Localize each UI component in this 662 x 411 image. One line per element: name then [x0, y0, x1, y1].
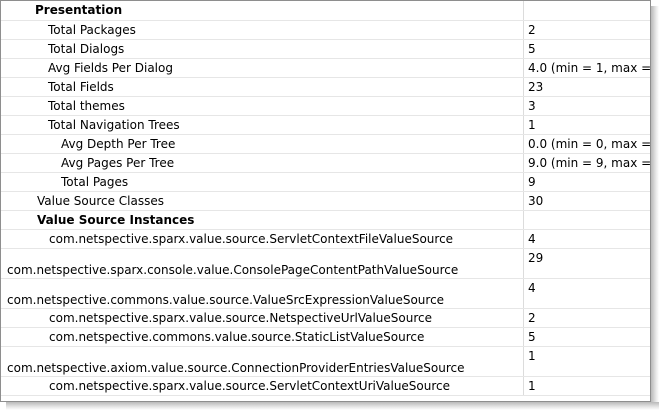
- row-label: Total Fields: [1, 77, 524, 97]
- row-value: 0.0 (min = 0, max = 0): [523, 134, 650, 154]
- row-label: Total themes: [1, 96, 524, 116]
- row-label: Total Navigation Trees: [1, 115, 524, 135]
- row-label: Avg Pages Per Tree: [1, 153, 524, 173]
- row-value: 1: [523, 376, 650, 396]
- table-row: Total themes 3: [1, 96, 650, 116]
- table-row: com.netspective.sparx.console.value.Cons…: [1, 248, 650, 279]
- table-row-value-source-classes: Value Source Classes 30: [1, 191, 650, 211]
- section-header-presentation: Presentation: [1, 1, 650, 21]
- table-row: com.netspective.sparx.value.source.Servl…: [1, 376, 650, 396]
- row-value: 1: [523, 115, 650, 135]
- row-value: 9: [523, 172, 650, 192]
- row-label: com.netspective.commons.value.source.Sta…: [1, 327, 524, 347]
- row-value: 29: [523, 248, 650, 279]
- row-value: 5: [523, 39, 650, 59]
- row-label: com.netspective.sparx.console.value.Cons…: [1, 248, 524, 279]
- panel-shadow-bottom: [6, 402, 659, 410]
- statistics-table: Presentation Total Packages 2 Total Dial…: [1, 1, 650, 396]
- table-row: Avg Fields Per Dialog 4.0 (min = 1, max …: [1, 58, 650, 78]
- row-value: 3: [523, 96, 650, 116]
- section-title: Presentation: [1, 1, 524, 21]
- row-label: com.netspective.sparx.value.source.Netsp…: [1, 308, 524, 328]
- statistics-panel: Presentation Total Packages 2 Total Dial…: [0, 0, 651, 402]
- table-row: Total Dialogs 5: [1, 39, 650, 59]
- row-label: com.netspective.commons.value.source.Val…: [1, 278, 524, 309]
- table-row: Total Packages 2: [1, 20, 650, 40]
- table-row: Total Pages 9: [1, 172, 650, 192]
- row-value: 9.0 (min = 9, max = 9): [523, 153, 650, 173]
- row-label: Avg Depth Per Tree: [1, 134, 524, 154]
- table-row: com.netspective.axiom.value.source.Conne…: [1, 346, 650, 377]
- row-value: 30: [523, 191, 650, 211]
- table-row: Avg Pages Per Tree 9.0 (min = 9, max = 9…: [1, 153, 650, 173]
- table-row: com.netspective.commons.value.source.Sta…: [1, 327, 650, 347]
- row-label: com.netspective.sparx.value.source.Servl…: [1, 229, 524, 249]
- table-row: Total Fields 23: [1, 77, 650, 97]
- panel-shadow-right: [651, 6, 659, 408]
- row-value: 23: [523, 77, 650, 97]
- table-row: com.netspective.commons.value.source.Val…: [1, 278, 650, 309]
- row-value: 2: [523, 308, 650, 328]
- row-value: 5: [523, 327, 650, 347]
- row-label: Total Dialogs: [1, 39, 524, 59]
- row-label: com.netspective.axiom.value.source.Conne…: [1, 346, 524, 377]
- row-label: Total Packages: [1, 20, 524, 40]
- row-label: Total Pages: [1, 172, 524, 192]
- row-value: 4: [523, 229, 650, 249]
- table-row: com.netspective.sparx.value.source.Servl…: [1, 229, 650, 249]
- row-value: 1: [523, 346, 650, 377]
- table-row: Avg Depth Per Tree 0.0 (min = 0, max = 0…: [1, 134, 650, 154]
- row-value: 4: [523, 278, 650, 309]
- section-header-value-source-instances: Value Source Instances: [1, 210, 650, 230]
- row-value: 4.0 (min = 1, max = 10): [523, 58, 650, 78]
- table-row: Total Navigation Trees 1: [1, 115, 650, 135]
- row-label: Avg Fields Per Dialog: [1, 58, 524, 78]
- table-row: com.netspective.sparx.value.source.Netsp…: [1, 308, 650, 328]
- section-title: Value Source Instances: [1, 210, 524, 230]
- row-label: Value Source Classes: [1, 191, 524, 211]
- row-value: 2: [523, 20, 650, 40]
- row-label: com.netspective.sparx.value.source.Servl…: [1, 376, 524, 396]
